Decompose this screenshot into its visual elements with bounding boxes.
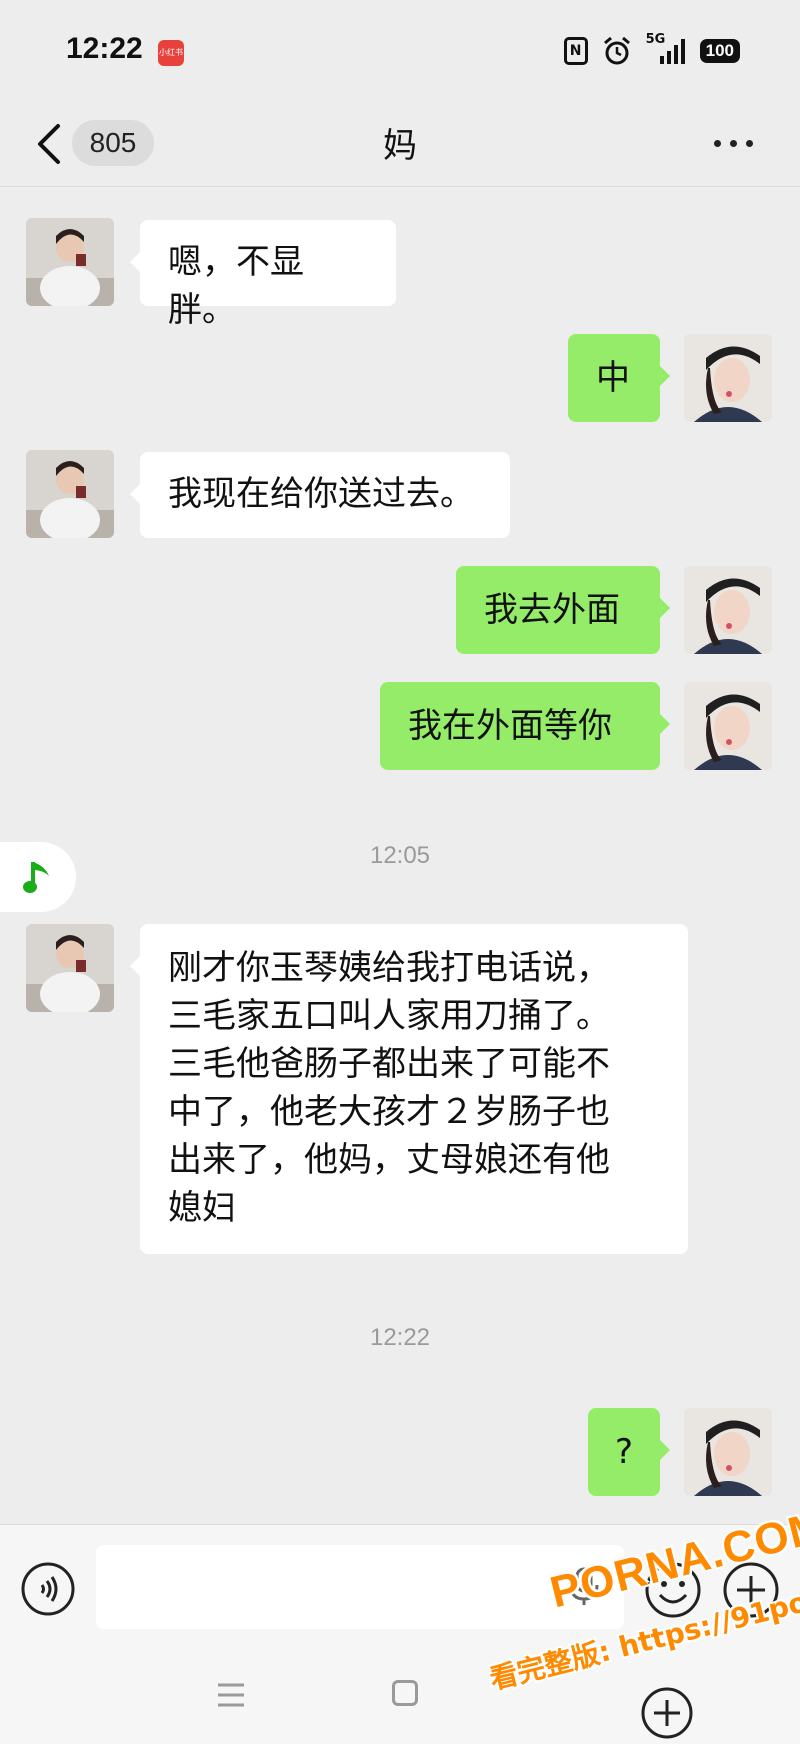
user-avatar[interactable]: [684, 1408, 772, 1496]
emoji-icon[interactable]: [644, 1561, 702, 1619]
message-bubble-outgoing[interactable]: 中: [568, 334, 670, 422]
dot-icon: [714, 139, 721, 147]
user-avatar[interactable]: [684, 566, 772, 654]
add-circle-icon[interactable]: [640, 1686, 694, 1740]
dot-icon: [746, 139, 753, 147]
user-avatar[interactable]: [684, 334, 772, 422]
add-attachment-icon[interactable]: [722, 1561, 780, 1619]
alarm-icon: [603, 36, 630, 65]
header-divider: [0, 186, 800, 187]
app-notification-icon: 小红书: [158, 40, 184, 66]
message-bubble-outgoing[interactable]: 我在外面等你: [380, 682, 670, 770]
battery-indicator: 100: [699, 39, 740, 63]
status-icons: N 5G 100: [563, 32, 740, 66]
more-options-button[interactable]: [714, 130, 758, 156]
microphone-icon[interactable]: [566, 1567, 602, 1607]
contact-avatar[interactable]: [26, 450, 114, 538]
status-time: 12:22: [66, 32, 143, 65]
message-timestamp: 12:05: [369, 842, 431, 869]
voice-input-icon[interactable]: [20, 1561, 76, 1617]
chat-title: 妈: [383, 126, 417, 166]
message-bubble-incoming[interactable]: 嗯，不显胖。: [130, 220, 396, 330]
signal-icon: 5G: [646, 32, 686, 66]
message-input-bar: [0, 1524, 800, 1649]
message-bubble-outgoing[interactable]: 我去外面: [456, 566, 670, 654]
message-timestamp: 12:22: [369, 1324, 431, 1351]
dot-icon: [730, 139, 737, 147]
contact-avatar[interactable]: [26, 218, 114, 306]
menu-key-icon[interactable]: [216, 1682, 246, 1708]
message-bubble-outgoing[interactable]: ?: [588, 1408, 670, 1496]
message-text-input[interactable]: [96, 1545, 624, 1629]
user-avatar[interactable]: [684, 682, 772, 770]
status-bar: 12:22 小红书 N 5G 100: [0, 0, 800, 100]
contact-avatar[interactable]: [26, 924, 114, 1012]
message-bubble-incoming[interactable]: 刚才你玉琴姨给我打电话说， 三毛家五口叫人家用刀捅了。 三毛他爸肠子都出来了可能…: [130, 924, 688, 1254]
message-bubble-incoming[interactable]: 我现在给你送过去。: [130, 452, 510, 538]
home-key-icon[interactable]: [392, 1680, 418, 1706]
nfc-icon: N: [563, 37, 588, 65]
